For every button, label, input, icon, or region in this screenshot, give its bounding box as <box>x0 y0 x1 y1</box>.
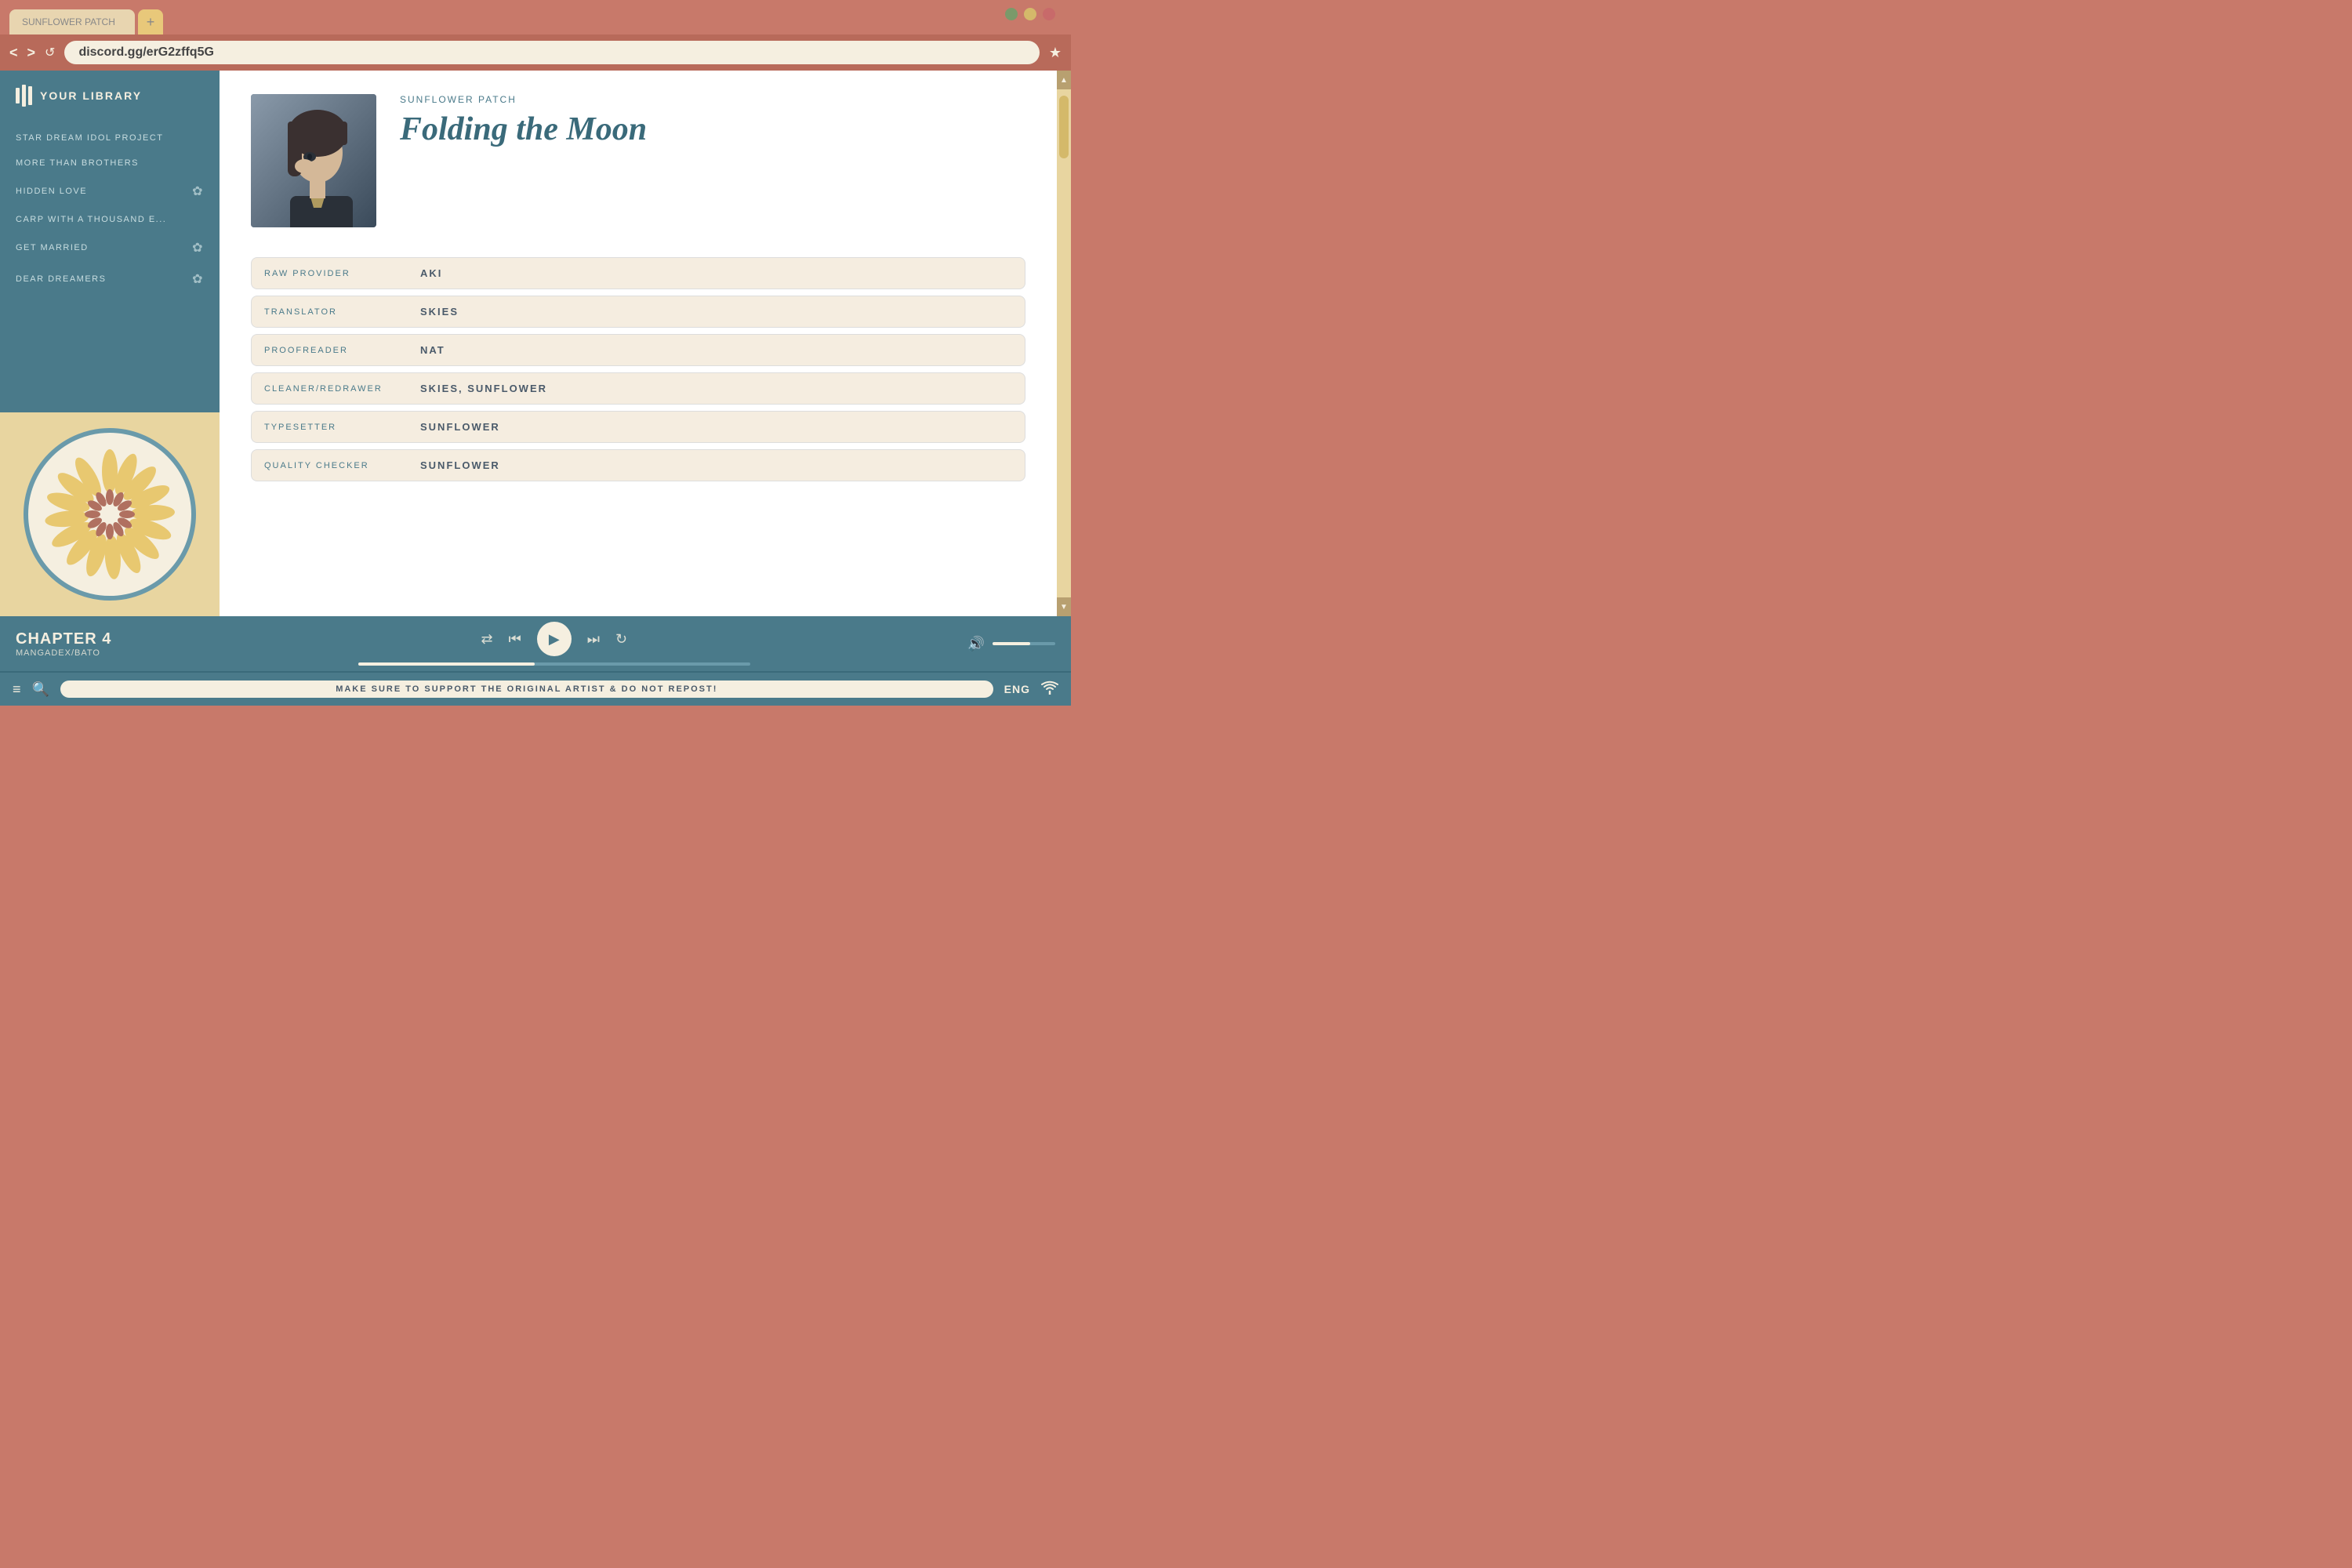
series-name: SUNFLOWER PATCH <box>400 94 1025 105</box>
credit-role: RAW PROVIDER <box>251 257 408 289</box>
library-icon <box>16 85 32 107</box>
credit-row: QUALITY CHECKER SUNFLOWER <box>251 449 1025 481</box>
credits-table: RAW PROVIDER AKI TRANSLATOR SKIES PROOFR… <box>251 251 1025 488</box>
menu-button[interactable]: ≡ <box>13 681 21 698</box>
credit-row: TYPESETTER SUNFLOWER <box>251 411 1025 443</box>
nav-forward-button[interactable]: > <box>27 45 36 61</box>
credit-name: SKIES <box>408 296 1025 328</box>
credit-name: NAT <box>408 334 1025 366</box>
volume-fill <box>993 642 1030 645</box>
credit-role: TYPESETTER <box>251 411 408 443</box>
sidebar-item[interactable]: HIDDEN LOVE ✿ <box>0 176 220 207</box>
play-button[interactable]: ▶ <box>537 622 572 656</box>
credit-row: CLEANER/REDRAWER SKIES, SUNFLOWER <box>251 372 1025 405</box>
win-max-button[interactable] <box>1005 8 1018 20</box>
prev-button[interactable]: ⏮ <box>509 631 521 648</box>
credit-role: PROOFREADER <box>251 334 408 366</box>
bottom-toolbar: ≡ 🔍 MAKE SURE TO SUPPORT THE ORIGINAL AR… <box>0 671 1071 706</box>
manga-title: Folding the Moon <box>400 111 1025 147</box>
volume-icon: 🔊 <box>967 636 985 652</box>
language-button[interactable]: ENG <box>1004 683 1030 695</box>
main-area: YOUR LIBRARY STAR DREAM IDOL PROJECT MOR… <box>0 71 1071 616</box>
credit-role: TRANSLATOR <box>251 296 408 328</box>
controls-row: ⇄ ⏮ ▶ ⏭ ↻ <box>481 622 627 656</box>
sidebar-logo <box>0 412 220 616</box>
credit-role: QUALITY CHECKER <box>251 449 408 481</box>
address-input[interactable] <box>64 41 1039 64</box>
character-art-svg <box>251 94 376 227</box>
win-min-button[interactable] <box>1024 8 1036 20</box>
flower-icon: ✿ <box>192 271 204 287</box>
chapter-number: CHAPTER 4 <box>16 630 141 648</box>
scroll-up-button[interactable]: ▲ <box>1057 71 1071 89</box>
content-area: SUNFLOWER PATCH Folding the Moon RAW PRO… <box>220 71 1057 616</box>
sidebar-list: STAR DREAM IDOL PROJECT MORE THAN BROTHE… <box>0 119 220 412</box>
tab-bar: SUNFLOWER PATCH + <box>0 0 1071 34</box>
chapter-info: CHAPTER 4 MANGADEX/BATO <box>16 630 141 658</box>
address-bar-row: < > ↺ ★ <box>0 34 1071 71</box>
volume-area: 🔊 <box>967 636 1055 652</box>
credit-row: TRANSLATOR SKIES <box>251 296 1025 328</box>
credit-name: AKI <box>408 257 1025 289</box>
win-close-button[interactable] <box>1043 8 1055 20</box>
reload-button[interactable]: ↺ <box>45 45 55 60</box>
tab-label: SUNFLOWER PATCH <box>22 16 115 27</box>
manga-info: SUNFLOWER PATCH Folding the Moon <box>400 94 1025 147</box>
credit-name: SKIES, SUNFLOWER <box>408 372 1025 405</box>
search-button[interactable]: 🔍 <box>32 681 49 698</box>
tab-active[interactable]: SUNFLOWER PATCH <box>9 9 135 34</box>
next-button[interactable]: ⏭ <box>587 631 600 648</box>
flower-icon: ✿ <box>192 183 204 199</box>
wifi-icon <box>1041 681 1058 699</box>
credit-role: CLEANER/REDRAWER <box>251 372 408 405</box>
library-title: YOUR LIBRARY <box>40 89 142 102</box>
manga-header: SUNFLOWER PATCH Folding the Moon <box>251 94 1025 227</box>
sidebar-item[interactable]: STAR DREAM IDOL PROJECT <box>0 125 220 151</box>
progress-bar[interactable] <box>358 662 750 666</box>
window-controls <box>1005 8 1055 20</box>
notice-bar: MAKE SURE TO SUPPORT THE ORIGINAL ARTIST… <box>60 681 993 698</box>
credit-row: RAW PROVIDER AKI <box>251 257 1025 289</box>
volume-slider[interactable] <box>993 642 1055 645</box>
flower-circle <box>24 428 196 601</box>
credit-name: SUNFLOWER <box>408 411 1025 443</box>
sunflower-svg <box>39 444 180 585</box>
manga-cover <box>251 94 376 227</box>
sidebar-item[interactable]: DEAR DREAMERS ✿ <box>0 263 220 295</box>
scroll-thumb[interactable] <box>1059 96 1069 158</box>
tab-add-button[interactable]: + <box>138 9 163 34</box>
credit-name: SUNFLOWER <box>408 449 1025 481</box>
sidebar-item[interactable]: GET MARRIED ✿ <box>0 232 220 263</box>
nav-back-button[interactable]: < <box>9 45 18 61</box>
scroll-down-button[interactable]: ▼ <box>1057 597 1071 616</box>
flower-icon: ✿ <box>192 240 204 256</box>
progress-fill <box>358 662 535 666</box>
repeat-button[interactable]: ↻ <box>615 631 627 648</box>
shuffle-button[interactable]: ⇄ <box>481 631 492 648</box>
bookmark-button[interactable]: ★ <box>1049 45 1062 61</box>
player-bar: CHAPTER 4 MANGADEX/BATO ⇄ ⏮ ▶ ⏭ ↻ 🔊 <box>0 616 1071 671</box>
chapter-source: MANGADEX/BATO <box>16 648 141 658</box>
library-header: YOUR LIBRARY <box>0 71 220 119</box>
sidebar-item[interactable]: MORE THAN BROTHERS <box>0 151 220 176</box>
player-controls: ⇄ ⏮ ▶ ⏭ ↻ <box>157 622 952 666</box>
credit-row: PROOFREADER NAT <box>251 334 1025 366</box>
sidebar-item[interactable]: CARP WITH A THOUSAND E... <box>0 207 220 232</box>
scrollbar[interactable]: ▲ ▼ <box>1057 71 1071 616</box>
sidebar: YOUR LIBRARY STAR DREAM IDOL PROJECT MOR… <box>0 71 220 616</box>
